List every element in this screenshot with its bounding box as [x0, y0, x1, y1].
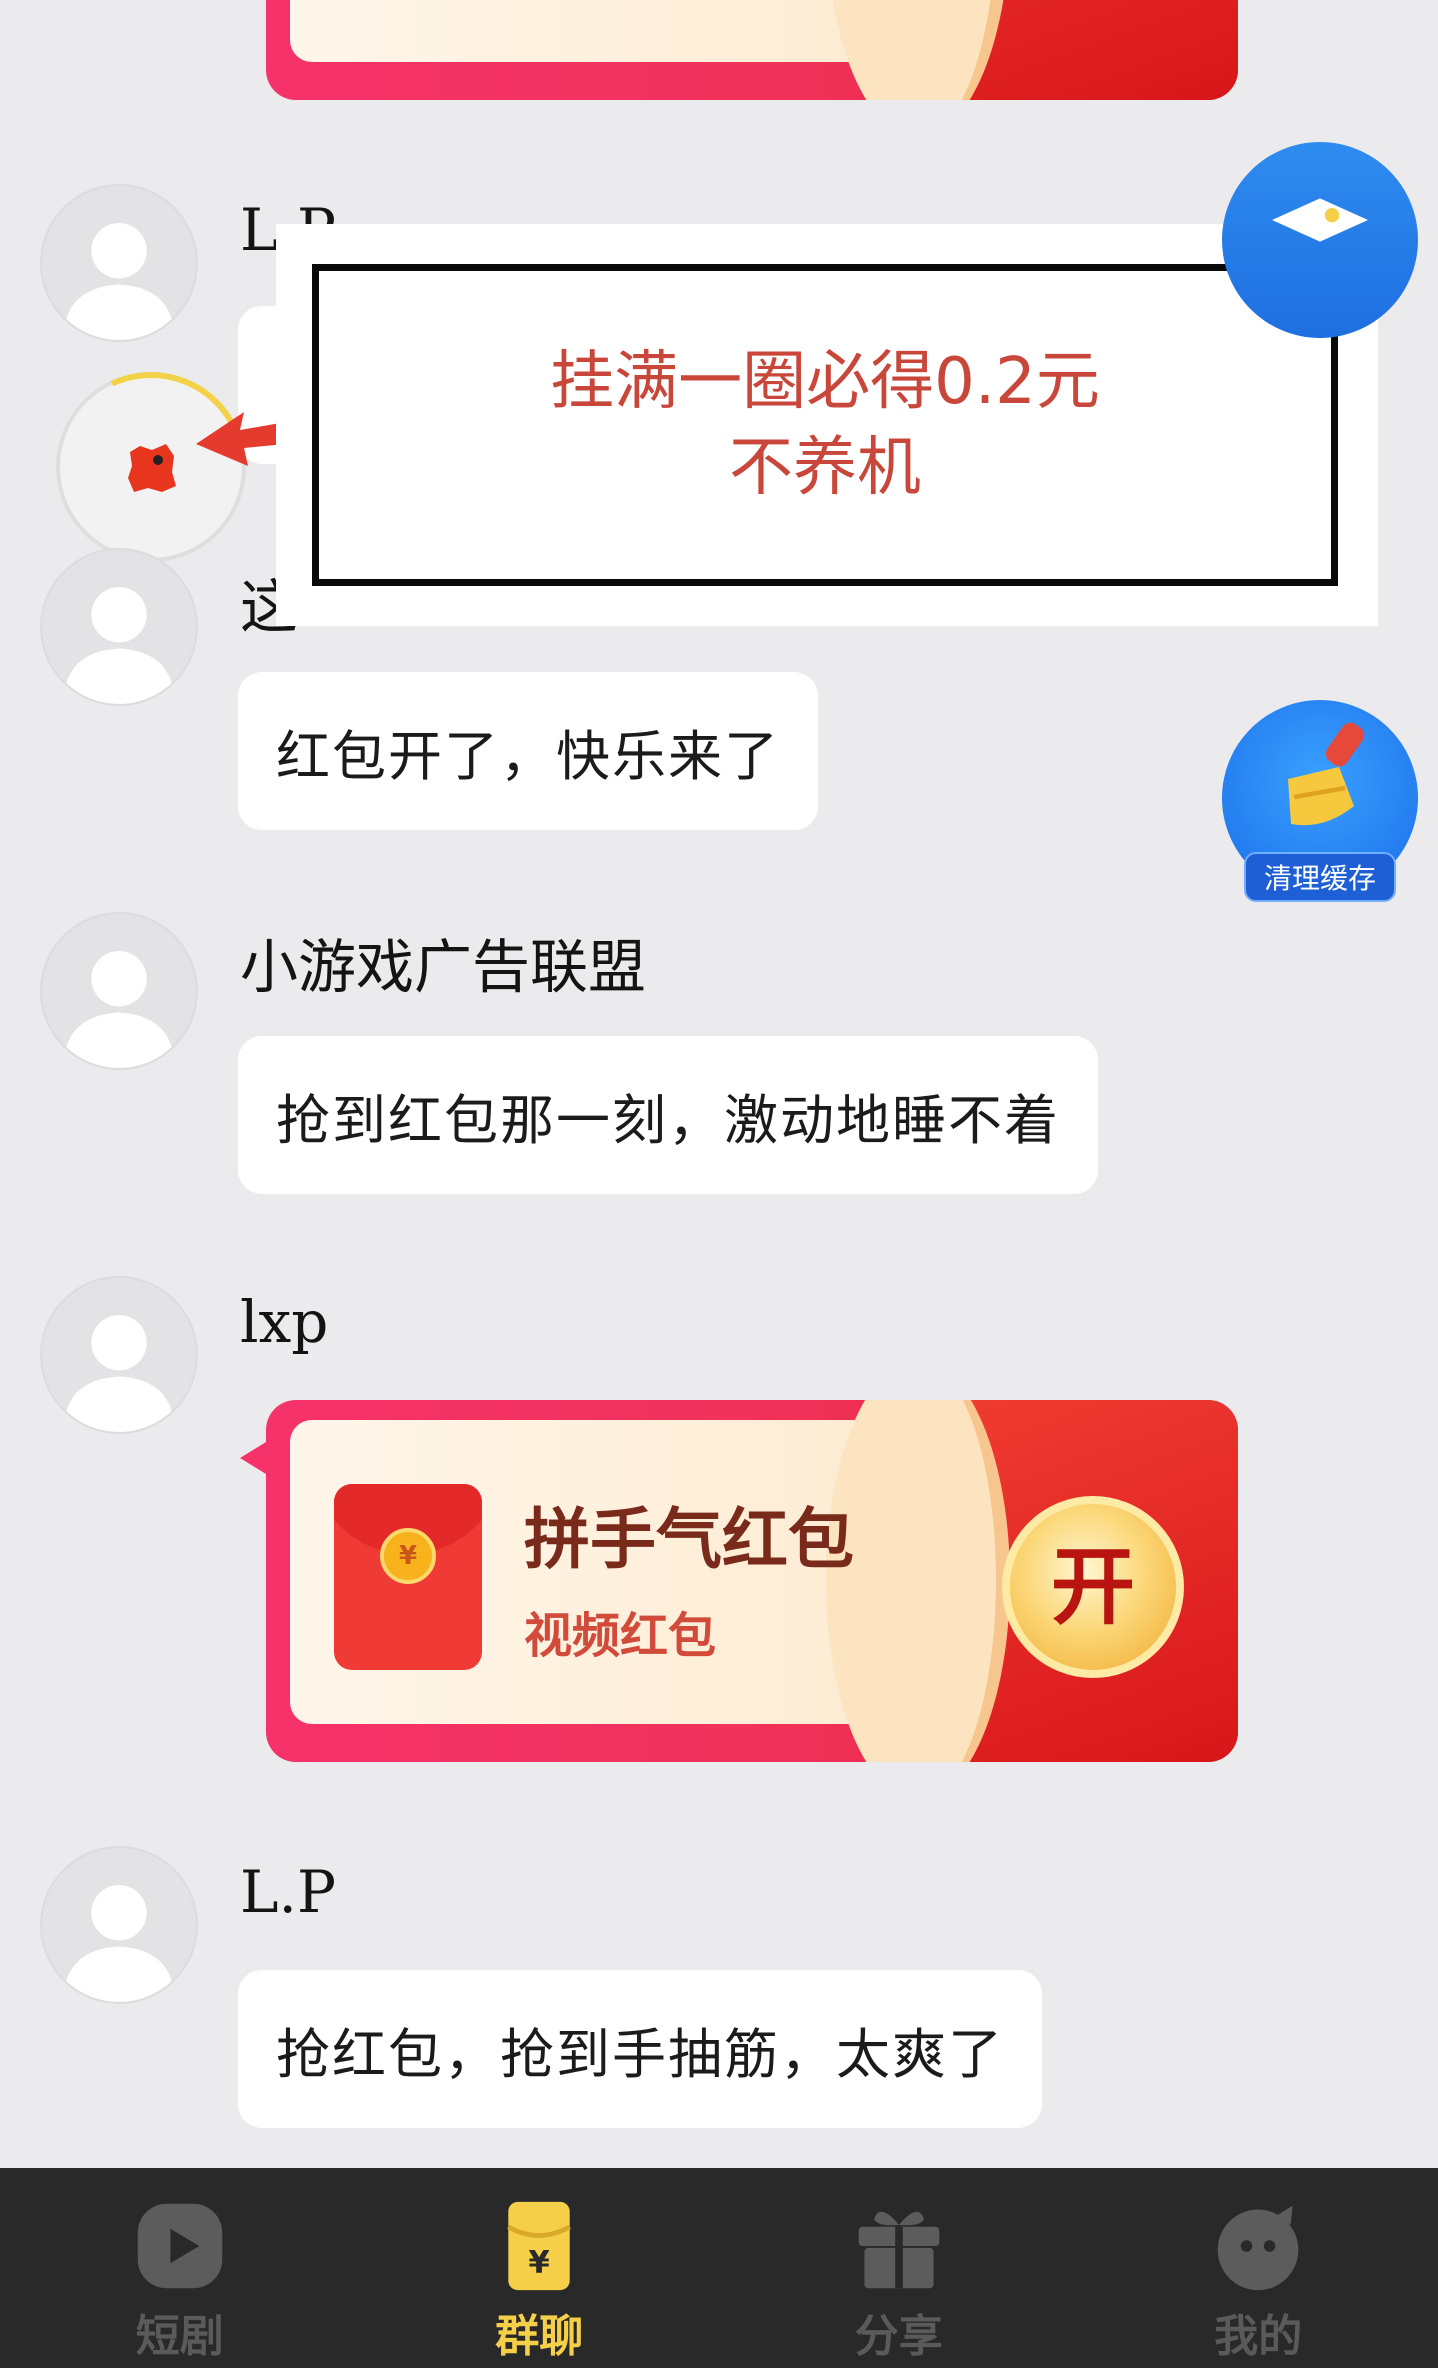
nav-label: 分享	[854, 2311, 943, 2362]
graduation-cap-icon	[1272, 198, 1368, 242]
gift-icon	[858, 2211, 940, 2289]
notice-line-1: 挂满一圈必得0.2元	[550, 345, 1100, 419]
play-icon	[137, 2203, 222, 2289]
svg-text:¥: ¥	[529, 2245, 551, 2281]
avatar[interactable]	[40, 1846, 198, 2004]
sender-name: L.P	[240, 1858, 336, 1926]
broom-icon	[1288, 722, 1365, 826]
bottom-nav: 短剧 ¥ 群聊 分享 我的	[0, 2168, 1438, 2368]
nav-item-drama[interactable]: 短剧	[0, 2168, 360, 2368]
red-arrow-icon	[196, 412, 286, 466]
red-packet-inner	[290, 0, 922, 62]
clean-cache-button[interactable]: 清理缓存	[1222, 700, 1418, 910]
default-avatar-icon	[63, 950, 175, 1068]
red-packet-card[interactable]: ¥ 拼手气红包 视频红包 开	[266, 1400, 1238, 1762]
nav-label: 我的	[1214, 2311, 1303, 2362]
sender-name: 小游戏广告联盟	[240, 933, 647, 1001]
default-avatar-icon	[63, 586, 175, 704]
nav-label: 群聊	[495, 2311, 584, 2362]
default-avatar-icon	[63, 222, 175, 340]
notice-overlay: 挂满一圈必得0.2元 不养机	[276, 224, 1378, 626]
default-avatar-icon	[63, 1884, 175, 2002]
red-packet-title: 拼手气红包	[524, 1501, 854, 1578]
nav-item-mine[interactable]: 我的	[1079, 2168, 1438, 2368]
message-bubble[interactable]: 抢到红包那一刻，激动地睡不着	[238, 1036, 1098, 1194]
default-avatar-icon	[63, 1314, 175, 1432]
nav-item-share[interactable]: 分享	[719, 2168, 1079, 2368]
nav-item-group-chat[interactable]: ¥ 群聊	[360, 2168, 720, 2368]
message-bubble[interactable]: 抢红包，抢到手抽筋，太爽了	[238, 1970, 1042, 2128]
floating-task-button[interactable]	[1222, 142, 1418, 338]
open-red-packet-button[interactable]: 开	[1002, 1496, 1184, 1678]
notice-line-2: 不养机	[729, 431, 921, 505]
clean-cache-label: 清理缓存	[1244, 852, 1396, 902]
avatar[interactable]	[40, 184, 198, 342]
avatar[interactable]	[40, 1276, 198, 1434]
red-monster-icon	[128, 444, 176, 492]
nav-label: 短剧	[135, 2311, 224, 2362]
red-packet-card-partial[interactable]	[266, 0, 1238, 100]
avatar[interactable]	[40, 548, 198, 706]
message-bubble[interactable]: 红包开了，快乐来了	[238, 672, 818, 830]
avatar[interactable]	[40, 912, 198, 1070]
sender-name: lxp	[240, 1288, 329, 1356]
red-packet-tail	[240, 1442, 266, 1474]
red-envelope-icon: ¥	[334, 1484, 482, 1670]
profile-icon	[1217, 2205, 1299, 2291]
notice-box: 挂满一圈必得0.2元 不养机	[312, 264, 1338, 586]
red-packet-subtitle: 视频红包	[524, 1608, 717, 1664]
coin-icon: ¥	[380, 1528, 436, 1584]
red-packet-icon: ¥	[507, 2201, 572, 2291]
